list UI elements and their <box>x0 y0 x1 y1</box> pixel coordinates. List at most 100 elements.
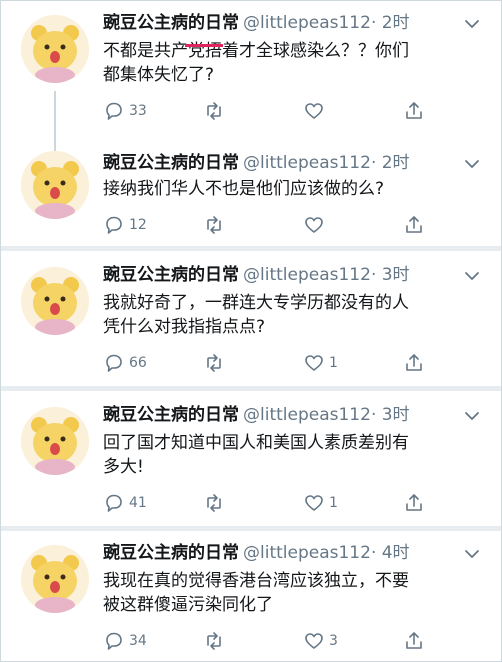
like-count: 1 <box>329 355 338 371</box>
like-button[interactable]: 3 <box>303 629 338 653</box>
chevron-down-icon[interactable] <box>463 155 481 173</box>
timestamp[interactable]: · 3时 <box>371 405 410 425</box>
display-name[interactable]: 豌豆公主病的日常 <box>103 153 239 173</box>
like-count: 3 <box>329 633 338 649</box>
reply-button[interactable]: 34 <box>103 629 147 653</box>
display-name[interactable]: 豌豆公主病的日常 <box>103 265 239 285</box>
timestamp[interactable]: · 2时 <box>371 153 410 173</box>
tweet-text: 我就好奇了，一群连大专学历都没有的人 凭什么对我指指点点? <box>103 293 409 337</box>
tweet-1[interactable]: 豌豆公主病的日常 @littlepeas112· 2时 不都是共产党捂着才全球感染… <box>1 1 501 151</box>
reply-button[interactable]: 66 <box>103 351 147 375</box>
tweet-header: 豌豆公主病的日常 @littlepeas112· 3时 <box>103 403 481 427</box>
retweet-icon <box>207 102 221 120</box>
share-button[interactable] <box>403 629 425 653</box>
tweet-3[interactable]: 豌豆公主病的日常 @littlepeas112· 3时 我就好奇了，一群连大专学历… <box>1 251 501 386</box>
avatar[interactable] <box>21 407 89 475</box>
tweet-text: 回了国才知道中国人和美国人素质差别有 多大! <box>103 433 409 477</box>
reply-icon <box>106 216 122 234</box>
retweet-button[interactable] <box>203 213 229 237</box>
share-button[interactable] <box>403 491 425 515</box>
heart-icon <box>305 355 323 371</box>
chevron-down-icon[interactable] <box>463 15 481 33</box>
reply-icon <box>106 354 122 372</box>
tweet-thread: 豌豆公主病的日常 @littlepeas112· 2时 不都是共产党捂着才全球感染… <box>0 0 502 662</box>
tweet-actions: 12 <box>103 213 483 237</box>
reply-count: 34 <box>129 633 147 649</box>
share-button[interactable] <box>403 99 425 123</box>
highlight-underline <box>185 44 223 47</box>
share-icon <box>406 216 422 233</box>
cartoon-bear-avatar-icon <box>21 545 89 613</box>
display-name[interactable]: 豌豆公主病的日常 <box>103 405 239 425</box>
tweet-2[interactable]: 豌豆公主病的日常 @littlepeas112· 2时 接纳我们华人不也是他们应该… <box>1 131 501 246</box>
retweet-button[interactable] <box>203 629 229 653</box>
tweet-actions: 66 1 <box>103 351 483 375</box>
heart-icon <box>305 633 323 649</box>
reply-button[interactable]: 33 <box>103 99 147 123</box>
tweet-header: 豌豆公主病的日常 @littlepeas112· 4时 <box>103 541 481 565</box>
share-button[interactable] <box>403 213 425 237</box>
like-button[interactable] <box>303 213 329 237</box>
reply-icon <box>106 494 122 512</box>
chevron-down-icon[interactable] <box>463 267 481 285</box>
reply-count: 41 <box>129 495 147 511</box>
cartoon-bear-avatar-icon <box>21 151 89 219</box>
reply-count: 66 <box>129 355 147 371</box>
retweet-button[interactable] <box>203 351 229 375</box>
share-icon <box>406 102 422 119</box>
reply-icon <box>106 632 122 650</box>
cartoon-bear-avatar-icon <box>21 15 89 83</box>
user-handle[interactable]: @littlepeas112 <box>243 153 371 173</box>
retweet-icon <box>207 354 221 372</box>
reply-count: 12 <box>129 217 147 233</box>
tweet-text: 不都是共产党捂着才全球感染么？？你们 都集体失忆了? <box>103 41 409 85</box>
tweet-5[interactable]: 豌豆公主病的日常 @littlepeas112· 4时 我现在真的觉得香港台湾应该… <box>1 531 501 661</box>
avatar[interactable] <box>21 15 89 83</box>
heart-icon <box>305 217 323 233</box>
timestamp[interactable]: · 2时 <box>371 13 410 33</box>
reply-button[interactable]: 41 <box>103 491 147 515</box>
avatar[interactable] <box>21 267 89 335</box>
user-handle[interactable]: @littlepeas112 <box>243 265 371 285</box>
like-button[interactable]: 1 <box>303 351 338 375</box>
reply-count: 33 <box>129 103 147 119</box>
chevron-down-icon[interactable] <box>463 407 481 425</box>
retweet-button[interactable] <box>203 491 229 515</box>
user-handle[interactable]: @littlepeas112 <box>243 13 371 33</box>
reply-button[interactable]: 12 <box>103 213 147 237</box>
tweet-text: 接纳我们华人不也是他们应该做的么? <box>103 179 385 199</box>
retweet-icon <box>207 632 221 650</box>
chevron-down-icon[interactable] <box>463 545 481 563</box>
share-icon <box>406 354 422 371</box>
heart-icon <box>305 495 323 511</box>
cartoon-bear-avatar-icon <box>21 407 89 475</box>
timestamp[interactable]: · 3时 <box>371 265 410 285</box>
retweet-button[interactable] <box>203 99 229 123</box>
tweet-header: 豌豆公主病的日常 @littlepeas112· 3时 <box>103 263 481 287</box>
tweet-actions: 33 <box>103 99 483 123</box>
tweet-text: 我现在真的觉得香港台湾应该独立，不要 被这群傻逼污染同化了 <box>103 571 409 615</box>
avatar[interactable] <box>21 151 89 219</box>
tweet-header: 豌豆公主病的日常 @littlepeas112· 2时 <box>103 11 481 35</box>
retweet-icon <box>207 216 221 234</box>
share-icon <box>406 632 422 649</box>
cartoon-bear-avatar-icon <box>21 267 89 335</box>
reply-icon <box>106 102 122 120</box>
avatar[interactable] <box>21 545 89 613</box>
like-button[interactable] <box>303 99 329 123</box>
like-count: 1 <box>329 495 338 511</box>
tweet-4[interactable]: 豌豆公主病的日常 @littlepeas112· 3时 回了国才知道中国人和美国人… <box>1 391 501 526</box>
display-name[interactable]: 豌豆公主病的日常 <box>103 543 239 563</box>
like-button[interactable]: 1 <box>303 491 338 515</box>
retweet-icon <box>207 494 221 512</box>
user-handle[interactable]: @littlepeas112 <box>243 405 371 425</box>
tweet-actions: 41 1 <box>103 491 483 515</box>
share-button[interactable] <box>403 351 425 375</box>
display-name[interactable]: 豌豆公主病的日常 <box>103 13 239 33</box>
share-icon <box>406 494 422 511</box>
heart-icon <box>305 103 323 119</box>
timestamp[interactable]: · 4时 <box>371 543 410 563</box>
tweet-actions: 34 3 <box>103 629 483 653</box>
tweet-header: 豌豆公主病的日常 @littlepeas112· 2时 <box>103 151 481 175</box>
user-handle[interactable]: @littlepeas112 <box>243 543 371 563</box>
